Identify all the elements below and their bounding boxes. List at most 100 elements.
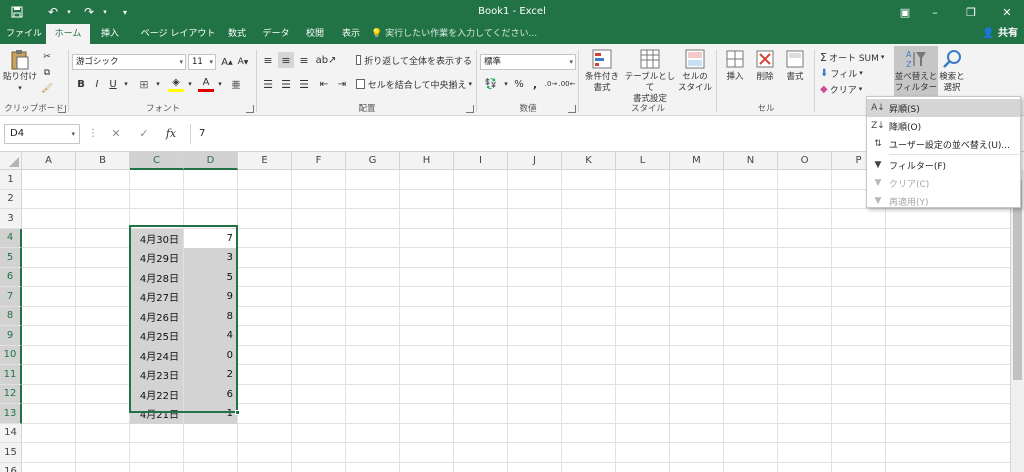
align-bottom-icon[interactable]: ≡ bbox=[296, 52, 312, 68]
row-header-1[interactable]: 1 bbox=[0, 170, 22, 190]
conditional-format-button[interactable]: 条件付き 書式 bbox=[582, 48, 622, 94]
italic-button[interactable]: I bbox=[90, 76, 104, 92]
row-header-10[interactable]: 10 bbox=[0, 345, 22, 365]
column-header-g[interactable]: G bbox=[346, 152, 400, 170]
column-header-h[interactable]: H bbox=[400, 152, 454, 170]
copy-icon[interactable]: ⧉ bbox=[40, 66, 54, 80]
format-cells-button[interactable]: 書式 bbox=[780, 48, 810, 83]
tab-view[interactable]: 表示 bbox=[334, 24, 368, 44]
vertical-scrollbar[interactable] bbox=[1010, 170, 1024, 472]
tab-data[interactable]: データ bbox=[256, 24, 296, 44]
column-header-a[interactable]: A bbox=[22, 152, 76, 170]
row-header-5[interactable]: 5 bbox=[0, 248, 22, 268]
currency-icon[interactable]: 💱 bbox=[482, 76, 500, 92]
fill-handle[interactable] bbox=[235, 410, 240, 415]
font-size-combo[interactable]: 11 ▾ bbox=[188, 54, 216, 70]
cell-c12[interactable]: 4月22日 bbox=[130, 384, 183, 404]
align-center-icon[interactable]: ☰ bbox=[278, 76, 294, 92]
currency-dropdown-icon[interactable]: ▾ bbox=[502, 76, 510, 92]
decrease-indent-icon[interactable]: ⇤ bbox=[316, 76, 332, 92]
cell-d5[interactable]: 3 bbox=[184, 248, 237, 268]
menu-item-filter[interactable]: ▼ フィルター(F) bbox=[867, 156, 1020, 174]
ribbon-display-icon[interactable]: ▣ bbox=[890, 2, 920, 22]
tab-home[interactable]: ホーム bbox=[46, 24, 90, 44]
tab-formulas[interactable]: 数式 bbox=[220, 24, 254, 44]
decrease-decimal-icon[interactable]: .00← bbox=[559, 76, 576, 92]
insert-function-button[interactable]: fx bbox=[160, 124, 182, 144]
row-header-4[interactable]: 4 bbox=[0, 228, 22, 248]
column-header-c[interactable]: C bbox=[130, 152, 184, 170]
tab-file[interactable]: ファイル bbox=[2, 24, 46, 44]
tab-insert[interactable]: 挿入 bbox=[92, 24, 128, 44]
share-button[interactable]: 👤 共有 bbox=[982, 26, 1018, 42]
row-header-2[interactable]: 2 bbox=[0, 189, 22, 209]
row-header-13[interactable]: 13 bbox=[0, 404, 22, 424]
cell-d10[interactable]: 0 bbox=[184, 345, 237, 365]
tab-page-layout[interactable]: ページ レイアウト bbox=[132, 24, 224, 44]
row-header-14[interactable]: 14 bbox=[0, 423, 22, 443]
font-name-combo[interactable]: 游ゴシック ▾ bbox=[72, 54, 186, 70]
cell-d12[interactable]: 6 bbox=[184, 384, 237, 404]
cell-c6[interactable]: 4月28日 bbox=[130, 267, 183, 287]
column-header-j[interactable]: J bbox=[508, 152, 562, 170]
tab-review[interactable]: 校閲 bbox=[298, 24, 332, 44]
comma-button[interactable]: , bbox=[528, 76, 542, 92]
cell-d4[interactable]: 7 bbox=[184, 228, 237, 248]
column-header-n[interactable]: N bbox=[724, 152, 778, 170]
phonetic-icon[interactable]: 亜 bbox=[228, 76, 244, 92]
font-color-icon[interactable]: A bbox=[198, 76, 214, 92]
align-middle-icon[interactable]: ≡ bbox=[278, 52, 294, 68]
font-launcher-icon[interactable] bbox=[246, 105, 254, 113]
increase-decimal-icon[interactable]: .0→ bbox=[544, 76, 558, 92]
scrollbar-thumb[interactable] bbox=[1013, 180, 1022, 380]
cancel-entry-icon[interactable]: ✕ bbox=[106, 124, 126, 144]
format-as-table-button[interactable]: テーブルとして 書式設定 bbox=[624, 48, 676, 105]
merge-center-button[interactable]: セルを結合して中央揃え ▾ bbox=[356, 76, 472, 92]
align-top-icon[interactable]: ≡ bbox=[260, 52, 276, 68]
row-header-16[interactable]: 16 bbox=[0, 462, 22, 472]
sort-filter-button[interactable]: AZ 並べ替えと フィルター bbox=[894, 46, 938, 98]
row-header-12[interactable]: 12 bbox=[0, 384, 22, 404]
font-color-dropdown-icon[interactable]: ▾ bbox=[216, 76, 224, 92]
alignment-launcher-icon[interactable] bbox=[466, 105, 474, 113]
column-header-l[interactable]: L bbox=[616, 152, 670, 170]
cell-c10[interactable]: 4月24日 bbox=[130, 345, 183, 365]
column-header-o[interactable]: O bbox=[778, 152, 832, 170]
confirm-entry-icon[interactable]: ✓ bbox=[134, 124, 154, 144]
menu-item-sort-descending[interactable]: Z↓ 降順(O) bbox=[867, 117, 1020, 135]
name-box[interactable]: D4 ▾ bbox=[4, 124, 80, 144]
find-select-button[interactable]: 検索と 選択 bbox=[938, 48, 966, 94]
orientation-icon[interactable]: ab↗ bbox=[316, 52, 337, 68]
align-right-icon[interactable]: ☰ bbox=[296, 76, 312, 92]
cell-d9[interactable]: 4 bbox=[184, 326, 237, 346]
menu-item-sort-ascending[interactable]: A↓ 昇順(S) bbox=[867, 99, 1020, 117]
borders-icon[interactable]: ⊞ bbox=[136, 76, 152, 92]
autosum-button[interactable]: Σ オート SUM ▾ bbox=[820, 50, 892, 64]
number-format-combo[interactable]: 標準 ▾ bbox=[480, 54, 576, 70]
bold-button[interactable]: B bbox=[74, 76, 88, 92]
row-header-15[interactable]: 15 bbox=[0, 443, 22, 463]
increase-font-icon[interactable]: A ▲ bbox=[220, 54, 234, 70]
increase-indent-icon[interactable]: ⇥ bbox=[334, 76, 350, 92]
row-header-9[interactable]: 9 bbox=[0, 326, 22, 346]
cell-c11[interactable]: 4月23日 bbox=[130, 365, 183, 385]
cell-c5[interactable]: 4月29日 bbox=[130, 248, 183, 268]
row-header-7[interactable]: 7 bbox=[0, 287, 22, 307]
clear-button[interactable]: ◆ クリア ▾ bbox=[820, 82, 880, 96]
cell-d8[interactable]: 8 bbox=[184, 306, 237, 326]
fill-button[interactable]: ⬇ フィル ▾ bbox=[820, 66, 880, 80]
fill-color-dropdown-icon[interactable]: ▾ bbox=[186, 76, 194, 92]
row-header-3[interactable]: 3 bbox=[0, 209, 22, 229]
column-header-b[interactable]: B bbox=[76, 152, 130, 170]
row-header-6[interactable]: 6 bbox=[0, 267, 22, 287]
column-header-i[interactable]: I bbox=[454, 152, 508, 170]
cell-c8[interactable]: 4月26日 bbox=[130, 306, 183, 326]
insert-cells-button[interactable]: 挿入 bbox=[720, 48, 750, 83]
cell-c9[interactable]: 4月25日 bbox=[130, 326, 183, 346]
menu-item-custom-sort[interactable]: ⇅ ユーザー設定の並べ替え(U)... bbox=[867, 135, 1020, 153]
row-header-11[interactable]: 11 bbox=[0, 365, 22, 385]
close-icon[interactable]: ✕ bbox=[992, 2, 1022, 22]
cell-d6[interactable]: 5 bbox=[184, 267, 237, 287]
column-header-e[interactable]: E bbox=[238, 152, 292, 170]
cut-icon[interactable]: ✂ bbox=[40, 50, 54, 64]
